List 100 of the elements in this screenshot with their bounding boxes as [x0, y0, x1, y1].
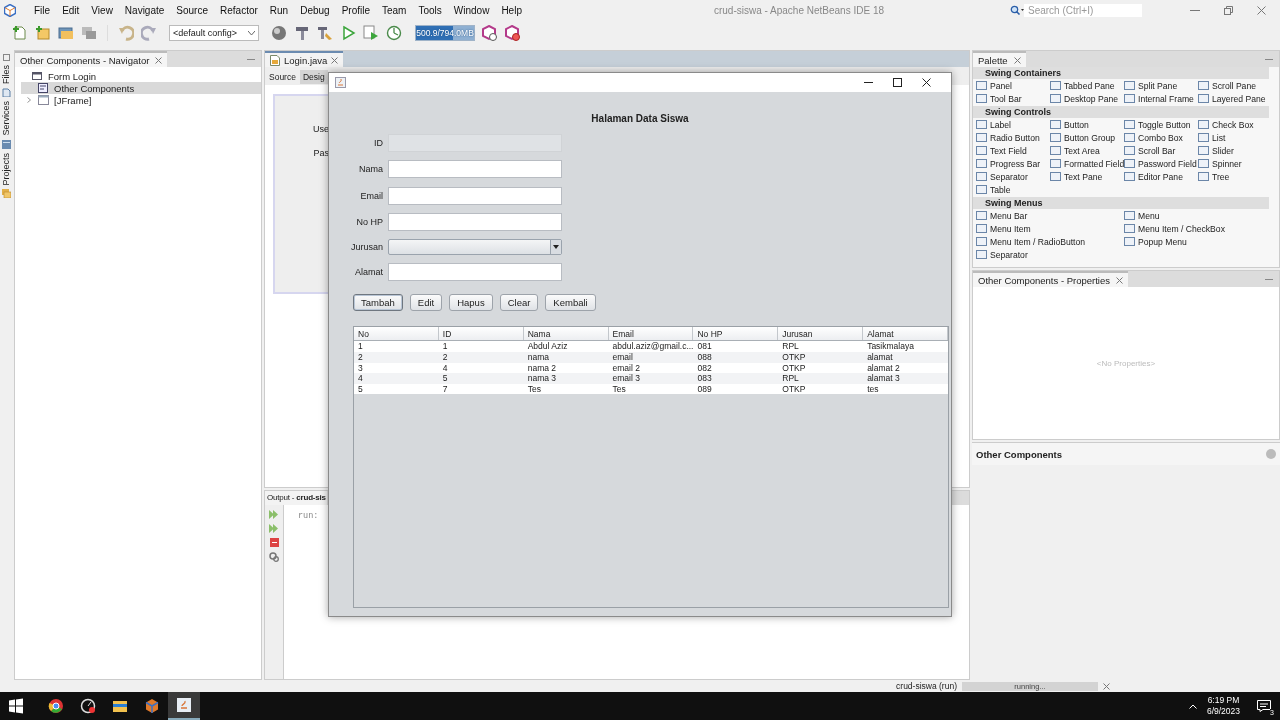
component-entry[interactable]: Scroll Bar: [1124, 144, 1198, 157]
component-entry[interactable]: Separator: [976, 248, 1124, 261]
component-entry[interactable]: Text Field: [976, 144, 1050, 157]
maximize-icon[interactable]: [893, 78, 902, 87]
editor-tab[interactable]: Login.java: [265, 51, 344, 67]
component-entry[interactable]: Check Box: [1198, 118, 1272, 131]
config-dropdown[interactable]: <default config>: [169, 25, 259, 41]
chevron-up-icon[interactable]: [1188, 703, 1197, 709]
component-entry[interactable]: Formatted Field: [1050, 157, 1124, 170]
redo-icon[interactable]: [141, 25, 157, 41]
component-entry[interactable]: Tree: [1198, 170, 1272, 183]
notification-icon[interactable]: [1257, 700, 1271, 712]
main-menu-entry[interactable]: View: [85, 4, 119, 16]
navigator-node[interactable]: [JFrame]: [21, 94, 261, 106]
hammer-brush-icon[interactable]: [317, 25, 333, 41]
component-entry[interactable]: Spinner: [1198, 157, 1272, 170]
close-icon[interactable]: [922, 78, 931, 87]
form-button[interactable]: Tambah: [353, 294, 403, 312]
globe-icon[interactable]: [271, 25, 287, 41]
window-icon[interactable]: [2, 54, 10, 61]
section-header[interactable]: Swing Controls: [973, 106, 1269, 118]
main-menu-entry[interactable]: Debug: [294, 4, 336, 16]
component-entry[interactable]: Menu Item / RadioButton: [976, 235, 1124, 248]
main-menu-entry[interactable]: Edit: [56, 4, 86, 16]
side-tab[interactable]: Services: [1, 101, 11, 136]
component-entry[interactable]: Desktop Pane: [1050, 92, 1124, 105]
component-entry[interactable]: Text Area: [1050, 144, 1124, 157]
component-entry[interactable]: Menu Bar: [976, 209, 1124, 222]
navigator-node[interactable]: Other Components: [21, 82, 261, 94]
component-entry[interactable]: Menu: [1124, 209, 1272, 222]
view-tab[interactable]: Source: [266, 70, 299, 84]
hexagon-clock-icon[interactable]: [482, 25, 498, 41]
component-entry[interactable]: Scroll Pane: [1198, 79, 1272, 92]
component-entry[interactable]: Slider: [1198, 144, 1272, 157]
folders-icon[interactable]: [1, 189, 11, 199]
main-menu-entry[interactable]: Refactor: [214, 4, 264, 16]
column-header[interactable]: ID: [438, 327, 524, 341]
component-entry[interactable]: Layered Pane: [1198, 92, 1272, 105]
component-entry[interactable]: Button: [1050, 118, 1124, 131]
main-menu-entry[interactable]: Tools: [412, 4, 448, 16]
component-entry[interactable]: Menu Item / CheckBox: [1124, 222, 1272, 235]
chevron-right-icon[interactable]: [27, 97, 31, 103]
main-menu-entry[interactable]: File: [28, 4, 57, 16]
navigator-node[interactable]: Form Login: [15, 70, 261, 82]
server-icon[interactable]: [1, 139, 11, 149]
stop-icon[interactable]: [269, 538, 279, 547]
hexagon-target-icon[interactable]: [505, 25, 521, 41]
browser-icon[interactable]: [48, 698, 64, 714]
component-entry[interactable]: Menu Item: [976, 222, 1124, 235]
column-header[interactable]: Nama: [523, 327, 609, 341]
main-menu-entry[interactable]: Navigate: [118, 4, 171, 16]
minimize-icon[interactable]: [1190, 9, 1200, 11]
component-entry[interactable]: Password Field: [1124, 157, 1198, 170]
side-tab[interactable]: Files: [1, 65, 11, 84]
view-tab[interactable]: Desig: [299, 70, 328, 84]
component-entry[interactable]: Combo Box: [1124, 131, 1198, 144]
component-entry[interactable]: Text Pane: [1050, 170, 1124, 183]
cube-icon[interactable]: [144, 698, 160, 714]
column-header[interactable]: No: [354, 327, 439, 341]
component-entry[interactable]: Internal Frame: [1124, 92, 1198, 105]
text-field[interactable]: [388, 186, 562, 205]
start-icon[interactable]: [8, 698, 24, 714]
hammer-icon[interactable]: [294, 25, 310, 41]
component-entry[interactable]: Button Group: [1050, 131, 1124, 144]
minimize-icon[interactable]: [1265, 57, 1273, 61]
folder-icon[interactable]: [112, 698, 128, 714]
main-menu-entry[interactable]: Source: [170, 4, 214, 16]
text-field[interactable]: [388, 160, 562, 179]
new-project-icon[interactable]: [35, 25, 51, 41]
component-entry[interactable]: Panel: [976, 79, 1050, 92]
section-header[interactable]: Swing Menus: [973, 197, 1269, 209]
component-entry[interactable]: Popup Menu: [1124, 235, 1272, 248]
component-entry[interactable]: Split Pane: [1124, 79, 1198, 92]
form-button[interactable]: Edit: [409, 294, 443, 312]
main-menu-entry[interactable]: Profile: [335, 4, 376, 16]
run-icon[interactable]: [340, 25, 356, 41]
column-header[interactable]: Alamat: [863, 327, 948, 341]
component-entry[interactable]: Separator: [976, 170, 1050, 183]
main-menu-entry[interactable]: Help: [495, 4, 528, 16]
side-tab[interactable]: Projects: [1, 152, 11, 186]
text-field[interactable]: [388, 263, 562, 282]
form-button[interactable]: Clear: [499, 294, 539, 312]
component-entry[interactable]: List: [1198, 131, 1272, 144]
component-entry[interactable]: Tabbed Pane: [1050, 79, 1124, 92]
component-entry[interactable]: Editor Pane: [1124, 170, 1198, 183]
column-header[interactable]: No HP: [693, 327, 779, 341]
component-entry[interactable]: Toggle Button: [1124, 118, 1198, 131]
column-header[interactable]: Email: [608, 327, 694, 341]
minimize-icon[interactable]: [247, 57, 255, 61]
column-header[interactable]: Jurusan: [778, 327, 864, 341]
main-menu-entry[interactable]: Window: [447, 4, 496, 16]
section-header[interactable]: Swing Containers: [973, 67, 1269, 79]
dock-tab[interactable]: Other Components - Properties: [973, 271, 1128, 287]
restore-icon[interactable]: [1224, 5, 1233, 15]
minimize-icon[interactable]: [1265, 277, 1273, 281]
close-project-icon[interactable]: [81, 25, 97, 41]
component-entry[interactable]: Progress Bar: [976, 157, 1050, 170]
main-menu-entry[interactable]: Run: [263, 4, 295, 16]
dock-tab[interactable]: Other Components - Navigator: [15, 51, 168, 67]
file-icon[interactable]: [1, 88, 11, 97]
